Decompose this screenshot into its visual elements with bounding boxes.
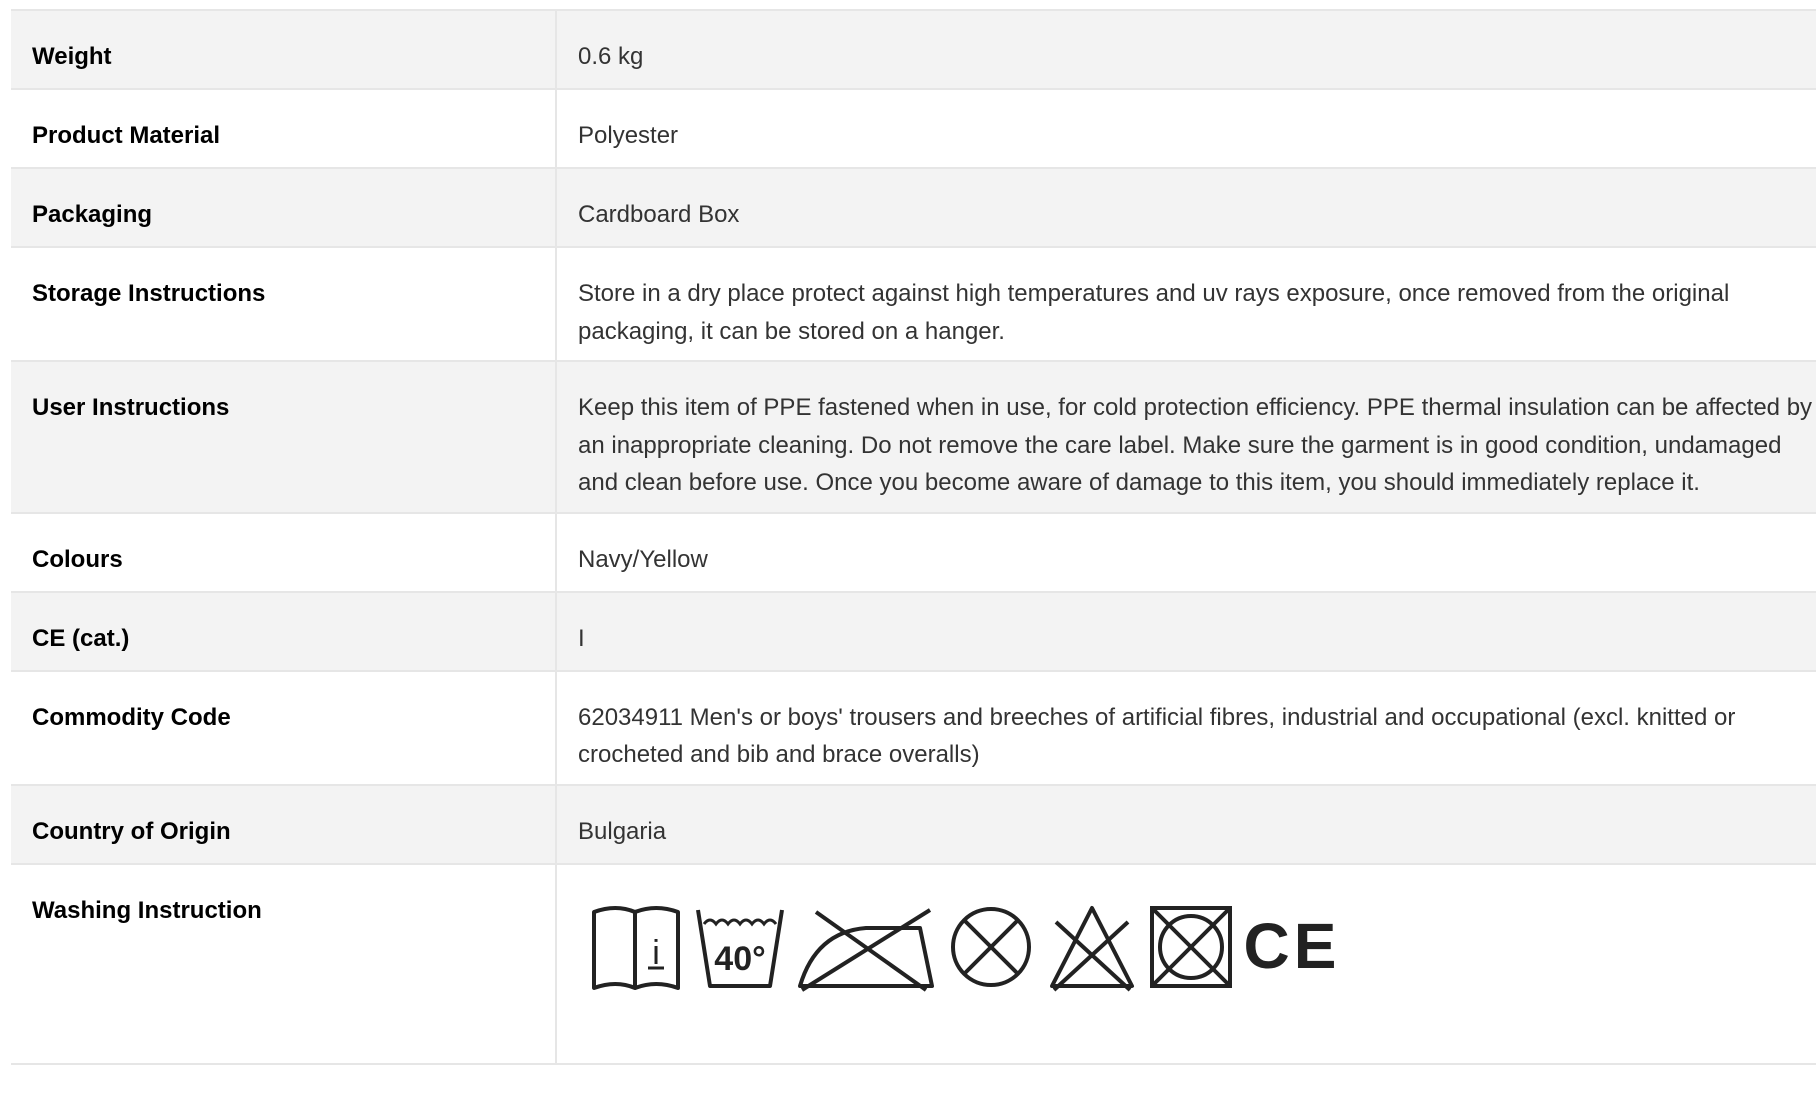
spec-value: Polyester bbox=[556, 88, 1816, 169]
do-not-bleach-icon bbox=[1050, 905, 1134, 991]
spec-row-commodity-code: Commodity Code 62034911 Men's or boys' t… bbox=[11, 669, 1816, 786]
spec-label: Weight bbox=[11, 9, 557, 90]
spec-label: Country of Origin bbox=[11, 783, 557, 865]
info-glyph: i bbox=[652, 934, 660, 972]
spec-label: Product Material bbox=[11, 88, 557, 169]
spec-label: Packaging bbox=[11, 167, 557, 248]
spec-value: Store in a dry place protect against hig… bbox=[556, 246, 1816, 362]
spec-row-weight: Weight 0.6 kg bbox=[11, 9, 1816, 90]
spec-value: Navy/Yellow bbox=[556, 511, 1816, 593]
spec-row-product-material: Product Material Polyester bbox=[11, 88, 1816, 169]
spec-row-user-instructions: User Instructions Keep this item of PPE … bbox=[11, 360, 1816, 514]
spec-value: I bbox=[556, 590, 1816, 672]
spec-row-storage-instructions: Storage Instructions Store in a dry plac… bbox=[11, 246, 1816, 362]
washing-icons-cell: i 40° CE bbox=[556, 862, 1816, 1065]
spec-label: User Instructions bbox=[11, 360, 557, 514]
do-not-dry-clean-icon bbox=[951, 906, 1031, 987]
wash-40-icon: 40° bbox=[696, 909, 784, 988]
spec-row-packaging: Packaging Cardboard Box bbox=[11, 167, 1816, 248]
spec-row-colours: Colours Navy/Yellow bbox=[11, 511, 1816, 593]
spec-row-ce-cat: CE (cat.) I bbox=[11, 590, 1816, 672]
ce-mark-icon: CE bbox=[1244, 910, 1340, 982]
spec-row-washing-instruction: Washing Instruction i 40° CE bbox=[11, 862, 1816, 1065]
do-not-iron-icon bbox=[798, 907, 934, 992]
spec-label: Washing Instruction bbox=[11, 862, 557, 1065]
care-symbols: i 40° CE bbox=[588, 902, 1816, 992]
spec-label: Colours bbox=[11, 511, 557, 593]
ce-mark-text: CE bbox=[1244, 910, 1340, 982]
spec-label: Storage Instructions bbox=[11, 246, 557, 362]
spec-label: Commodity Code bbox=[11, 669, 557, 786]
spec-value: Cardboard Box bbox=[556, 167, 1816, 248]
spec-label: CE (cat.) bbox=[11, 590, 557, 672]
do-not-tumble-dry-icon bbox=[1150, 905, 1232, 988]
spec-value: 62034911 Men's or boys' trousers and bre… bbox=[556, 669, 1816, 786]
spec-row-country-of-origin: Country of Origin Bulgaria bbox=[11, 783, 1816, 865]
spec-value: Keep this item of PPE fastened when in u… bbox=[556, 360, 1816, 514]
product-specifications-table: Weight 0.6 kg Product Material Polyester… bbox=[11, 9, 1816, 1065]
wash-temperature: 40° bbox=[714, 940, 765, 978]
read-instructions-icon: i bbox=[592, 905, 680, 990]
spec-value: 0.6 kg bbox=[556, 9, 1816, 90]
spec-value: Bulgaria bbox=[556, 783, 1816, 865]
